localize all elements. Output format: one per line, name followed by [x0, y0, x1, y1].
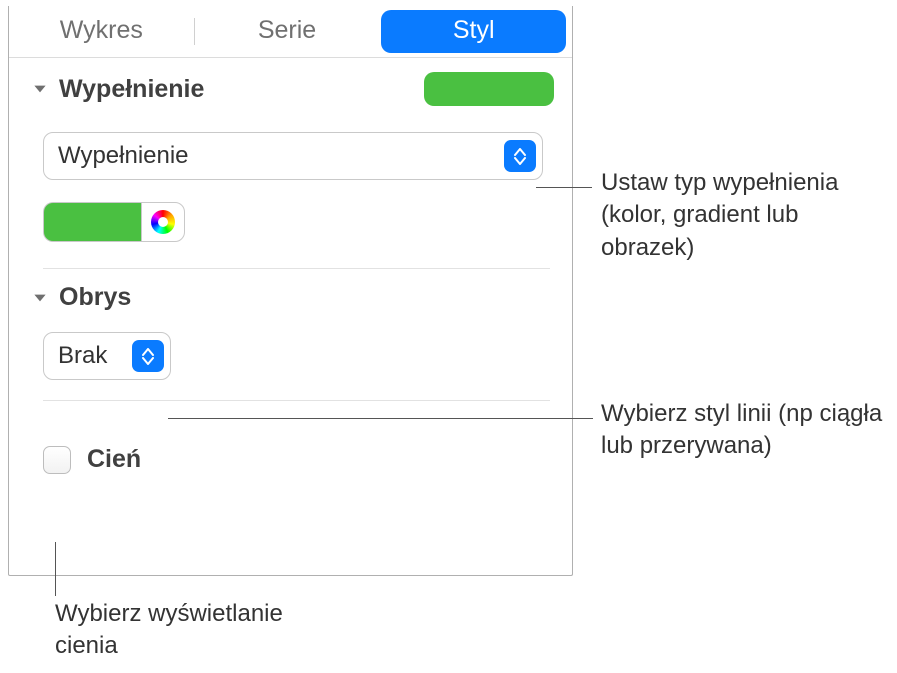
shadow-section: Cień	[9, 401, 572, 484]
shadow-checkbox[interactable]	[43, 446, 71, 474]
callout-shadow: Wybierz wyświetlanie cienia	[55, 598, 345, 663]
color-wheel-icon	[151, 210, 175, 234]
fill-color-row	[43, 202, 554, 242]
callout-fill-type: Ustaw typ wypełnienia (kolor, gradient l…	[601, 167, 891, 264]
dropdown-stepper-icon	[132, 340, 164, 372]
inspector-tabs: Wykres Serie Styl	[9, 6, 572, 58]
tab-chart[interactable]: Wykres	[9, 6, 194, 57]
stroke-disclosure-toggle[interactable]	[31, 289, 49, 307]
stroke-title: Obrys	[59, 283, 131, 312]
stroke-section: Obrys Brak	[9, 269, 572, 390]
fill-color-picker-button[interactable]	[141, 202, 185, 242]
fill-title: Wypełnienie	[59, 75, 204, 104]
fill-disclosure-toggle[interactable]	[31, 80, 49, 98]
fill-section: Wypełnienie Wypełnienie	[9, 58, 572, 258]
dropdown-stepper-icon	[504, 140, 536, 172]
callout-stroke-style: Wybierz styl linii (np ciągła lub przery…	[601, 398, 891, 463]
stroke-style-dropdown[interactable]: Brak	[43, 332, 171, 380]
tab-series[interactable]: Serie	[195, 6, 380, 57]
fill-type-value: Wypełnienie	[58, 142, 504, 170]
fill-header: Wypełnienie	[31, 72, 554, 106]
fill-color-well[interactable]	[43, 202, 141, 242]
stroke-style-value: Brak	[58, 342, 132, 370]
stroke-header: Obrys	[31, 283, 554, 312]
fill-preview-swatch[interactable]	[424, 72, 554, 106]
shadow-title: Cień	[87, 445, 141, 474]
fill-type-dropdown[interactable]: Wypełnienie	[43, 132, 543, 180]
tab-style[interactable]: Styl	[381, 10, 566, 53]
format-inspector-panel: Wykres Serie Styl Wypełnienie Wypełnieni…	[8, 6, 573, 576]
